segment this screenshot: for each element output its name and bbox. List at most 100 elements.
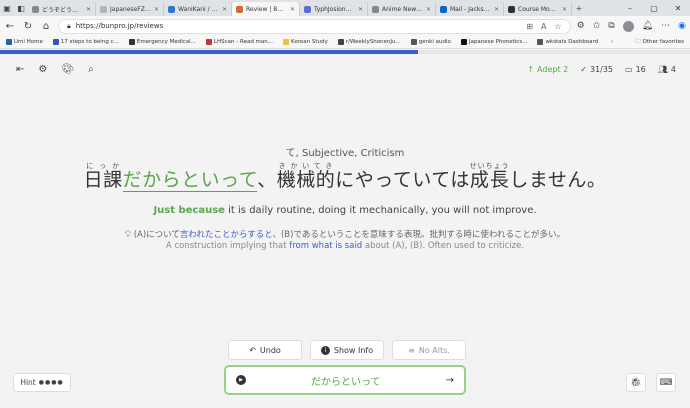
search-icon[interactable]: ⌕ xyxy=(88,64,94,75)
more-bookmarks-chevron-icon[interactable]: › xyxy=(611,39,613,45)
new-tab-icon[interactable]: + xyxy=(572,0,586,16)
grammar-target: だからといって xyxy=(122,169,258,192)
url-field[interactable]: 🔒︎ https://bunpro.jp/reviews ⊞ A ☆ xyxy=(58,18,571,34)
bookmark-label: r/WeeklyShonenJu... xyxy=(345,39,401,45)
settings-gear-icon[interactable]: ⚙ xyxy=(38,64,47,75)
tab-close-icon[interactable]: ✕ xyxy=(426,6,431,13)
profile-avatar[interactable] xyxy=(622,20,634,32)
bookmark-item[interactable]: LHScan - Read man... xyxy=(205,39,274,45)
furigana: きかいてき xyxy=(276,162,336,170)
browser-tab[interactable]: どうぞどうも – にほ✕ xyxy=(28,2,96,16)
review-sentence: 日課にっかだからといって、機械的きかいてきにやっていては成長せいちょうしません。 xyxy=(0,162,690,192)
cards-count: ▭ 16 xyxy=(625,65,646,74)
browser-tab[interactable]: Review | Bunpr ✕ xyxy=(232,2,300,16)
sentence-text: しません。 xyxy=(509,169,607,191)
translation-rest: it is daily routine, doing it mechanical… xyxy=(224,205,537,216)
back-icon[interactable]: ← xyxy=(4,21,16,32)
bookmark-item[interactable]: wkstats Dashboard xyxy=(537,39,598,45)
favorites-icon[interactable]: ✩ xyxy=(593,21,601,31)
reviewed-count: ✓ 31/35 xyxy=(580,65,613,74)
refresh-icon[interactable]: ↻ xyxy=(22,21,34,32)
answer-input[interactable] xyxy=(246,374,446,386)
info-icon: i xyxy=(320,345,330,355)
exit-review-icon[interactable]: ⇤ xyxy=(16,64,24,75)
undo-button[interactable]: ↶ Undo xyxy=(228,340,302,360)
home-icon[interactable]: ⌂ xyxy=(40,21,52,32)
bookmark-item[interactable]: genki audio xyxy=(410,39,451,45)
review-toolbar: ⇤ ⚙ 🎨︎ ⌕ xyxy=(16,64,94,75)
browser-tab[interactable]: WaniKani / Revi✕ xyxy=(164,2,232,16)
bookmark-label: Umi Home xyxy=(14,39,43,45)
keyboard-button[interactable]: ⌨ xyxy=(656,373,676,392)
tab-close-icon[interactable]: ✕ xyxy=(494,6,499,13)
bug-report-button[interactable]: 🐞︎ xyxy=(626,373,646,392)
palette-icon[interactable]: 🎨︎ xyxy=(61,64,74,75)
kanji-base: 日課 xyxy=(83,169,123,191)
tab-close-icon[interactable]: ✕ xyxy=(86,6,91,13)
folder-icon: 🗀 xyxy=(634,38,641,45)
furigana: せいちょう xyxy=(469,162,510,170)
read-aloud-icon[interactable]: A xyxy=(541,22,546,31)
minimize-icon[interactable]: – xyxy=(618,0,642,16)
tab-close-icon[interactable]: ✕ xyxy=(358,6,363,13)
notifications-icon[interactable]: 🔔︎ xyxy=(642,21,653,31)
browser-tab-strip: ▣ ◧ どうぞどうも – にほ✕JapaneseFZ! 5✕WaniKani /… xyxy=(0,0,690,16)
url-text: https://bunpro.jp/reviews xyxy=(75,22,164,30)
close-window-icon[interactable]: ✕ xyxy=(666,0,690,16)
bookmark-item[interactable]: r/WeeklyShonenJu... xyxy=(337,39,401,45)
bookmark-item[interactable]: 17 steps to being c... xyxy=(52,39,119,45)
sentence-text: 、 xyxy=(257,169,277,191)
tab-close-icon[interactable]: ✕ xyxy=(154,6,159,13)
maximize-icon[interactable]: ▢ xyxy=(642,0,666,16)
browser-tab[interactable]: TyphJosion101 ✕ xyxy=(300,2,368,16)
submit-arrow-icon[interactable]: → xyxy=(446,375,454,386)
bookmark-label: genki audio xyxy=(418,39,451,45)
bug-icon: 🐞︎ xyxy=(630,377,642,388)
sentence-kanji: 成長せいちょう xyxy=(469,162,510,191)
favorite-star-icon[interactable]: ☆ xyxy=(554,22,561,31)
tab-list: どうぞどうも – にほ✕JapaneseFZ! 5✕WaniKani / Rev… xyxy=(28,0,572,16)
bookmark-item[interactable]: Umi Home xyxy=(6,39,43,45)
bookmark-item[interactable]: Japanese Phonetics... xyxy=(460,39,528,45)
collections-icon[interactable]: ⧉ xyxy=(608,21,614,31)
bookmark-label: LHScan - Read man... xyxy=(213,39,274,45)
srs-level: ↑ Adept 2 xyxy=(527,65,569,74)
tab-close-icon[interactable]: ✕ xyxy=(290,6,295,13)
more-menu-icon[interactable]: ⋯ xyxy=(661,21,670,31)
bookmark-label: 17 steps to being c... xyxy=(60,39,119,45)
tab-title: Anime News Ni xyxy=(382,5,423,13)
browser-tab[interactable]: JapaneseFZ! 5 ✕ xyxy=(96,2,164,16)
window-controls: – ▢ ✕ xyxy=(618,0,690,16)
tab-close-icon[interactable]: ✕ xyxy=(562,6,567,13)
tab-actions-icon[interactable]: ▣ xyxy=(0,0,14,16)
show-info-button[interactable]: i Show Info xyxy=(310,340,384,360)
sentence-kanji: 日課にっか xyxy=(83,162,123,191)
tab-title: WaniKani / Revi xyxy=(178,5,219,13)
bookmark-favicon-icon xyxy=(128,39,135,45)
other-favorites[interactable]: 🗀 Other favorites xyxy=(635,38,684,47)
kanji-base: 成長 xyxy=(469,169,510,191)
bookmark-favicon-icon xyxy=(410,39,417,45)
tab-close-icon[interactable]: ✕ xyxy=(222,6,227,13)
bookmark-item[interactable]: Korean Study xyxy=(283,39,328,45)
bookmark-label: Japanese Phonetics... xyxy=(468,39,528,45)
no-alts-button[interactable]: ≡ No Alts. xyxy=(392,340,466,360)
undo-icon: ↶ xyxy=(249,345,256,355)
browser-tab[interactable]: Anime News Ni ✕ xyxy=(368,2,436,16)
workspaces-icon[interactable]: ◧ xyxy=(14,0,28,16)
lock-icon: 🔒︎ xyxy=(67,21,71,30)
hint-button[interactable]: Hint ●●●● xyxy=(13,373,71,392)
sentence-text: にやっていては xyxy=(335,169,470,191)
browser-tab[interactable]: Mail - Jackson ✕ xyxy=(436,2,504,16)
extensions-icon[interactable]: ⚙ xyxy=(577,21,585,31)
explanation-japanese: 💡︎ (A)について言われたことからすると、(B)であるということを意味する表現… xyxy=(125,230,565,240)
tab-title: Review | Bunpr xyxy=(246,5,287,13)
browser-tab[interactable]: Course Module ✕ xyxy=(504,2,572,16)
action-buttons: ↶ Undo i Show Info ≡ No Alts. xyxy=(228,340,466,360)
bookmark-item[interactable]: Emergency Medical... xyxy=(128,39,196,45)
sentence-kanji: 機械的きかいてき xyxy=(277,162,336,191)
address-bar-row: ← ↻ ⌂ 🔒︎ https://bunpro.jp/reviews ⊞ A ☆… xyxy=(0,16,690,36)
play-audio-icon[interactable]: ▶ xyxy=(236,375,246,385)
app-available-icon[interactable]: ⊞ xyxy=(526,22,533,31)
edge-sidebar-icon[interactable]: ◉ xyxy=(678,21,686,31)
